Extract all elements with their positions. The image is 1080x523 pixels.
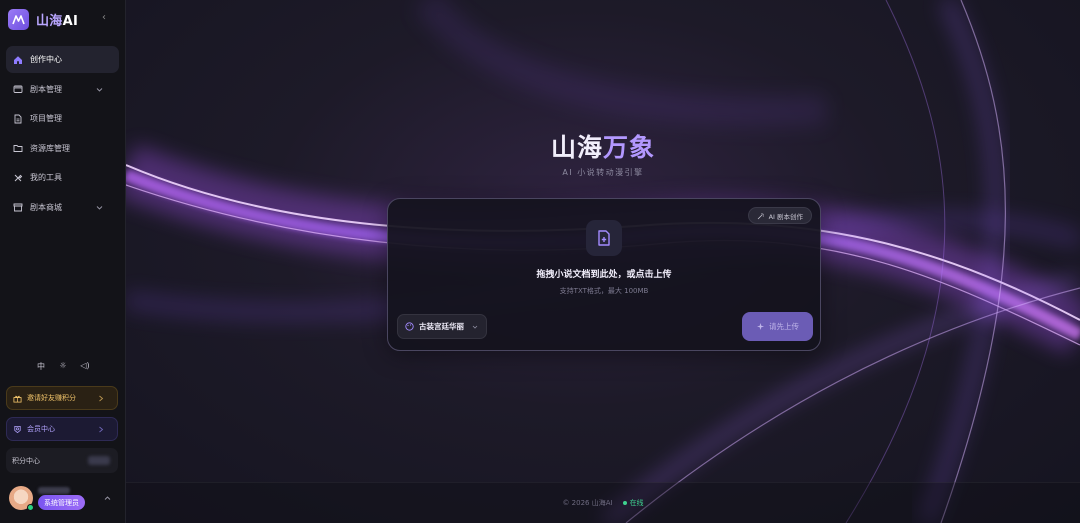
username-redacted — [38, 487, 70, 494]
sidebar-item-creation-center[interactable]: 创作中心 — [6, 46, 119, 73]
chevron-down-icon — [96, 205, 103, 210]
palette-icon — [405, 322, 414, 331]
sparkle-icon — [757, 323, 764, 330]
sidebar-item-label: 剧本商城 — [30, 202, 62, 212]
style-select-value: 古装宫廷华丽 — [419, 322, 464, 331]
brand-logo-icon — [8, 8, 29, 30]
gift-icon — [13, 395, 22, 403]
collapse-sidebar-button[interactable]: ‹ — [102, 12, 106, 23]
upload-button-label: 请先上传 — [769, 322, 799, 331]
brand-name: 山海AI — [36, 13, 79, 29]
sidebar: 山海AI ‹ 创作中心 剧本管理 项目管理 资源库管理 我的工具 剧本商城 中 … — [0, 0, 126, 523]
role-badge: 系统管理员 — [38, 495, 85, 510]
member-center-card[interactable]: 会员中心 — [6, 417, 118, 441]
document-icon — [14, 114, 22, 123]
sidebar-item-label: 创作中心 — [30, 55, 62, 64]
chevron-down-icon — [472, 325, 478, 329]
sidebar-item-label: 剧本管理 — [30, 84, 62, 94]
store-icon — [13, 203, 23, 212]
upload-button[interactable]: 请先上传 — [742, 312, 813, 341]
points-label: 积分中心 — [12, 456, 40, 465]
status-dot-icon — [622, 501, 627, 505]
member-label: 会员中心 — [27, 425, 55, 433]
dropzone-hint: 支持TXT格式，最大 100MB — [559, 287, 649, 295]
sidebar-item-label: 资源库管理 — [30, 143, 70, 153]
folder-icon — [13, 145, 23, 152]
chevron-up-icon — [104, 496, 111, 500]
sun-icon[interactable]: ☼ — [58, 361, 68, 372]
user-profile[interactable]: 系统管理员 — [9, 486, 121, 514]
ai-script-label: AI 剧本创作 — [768, 212, 803, 221]
ai-script-button[interactable]: AI 剧本创作 — [747, 207, 812, 224]
sidebar-item-label: 我的工具 — [30, 173, 62, 182]
points-value-redacted — [88, 456, 110, 465]
sidebar-item-label: 项目管理 — [30, 114, 62, 123]
sidebar-item-resource-library[interactable]: 资源库管理 — [6, 135, 119, 162]
chevron-right-icon — [99, 426, 104, 433]
dropzone-title: 拖拽小说文档到此处，或点击上传 — [536, 270, 672, 280]
sidebar-item-project-management[interactable]: 项目管理 — [6, 105, 119, 132]
avatar — [9, 486, 34, 511]
sidebar-nav: 创作中心 剧本管理 项目管理 资源库管理 我的工具 剧本商城 — [6, 46, 119, 223]
online-status: 在线 — [622, 498, 644, 508]
file-upload-icon — [586, 220, 622, 256]
sidebar-toolbar: 中 ☼ ◁) — [36, 361, 90, 372]
sidebar-item-script-store[interactable]: 剧本商城 — [6, 194, 119, 221]
magic-wand-icon — [757, 212, 764, 219]
chevron-right-icon — [99, 395, 104, 402]
brand[interactable]: 山海AI — [8, 8, 78, 30]
footer: © 2026 山海AI 在线 — [126, 482, 1080, 523]
points-center-card[interactable]: 积分中心 — [6, 448, 118, 473]
invite-label: 邀请好友赚积分 — [27, 394, 76, 402]
film-icon — [13, 85, 23, 93]
member-badge-icon — [14, 425, 21, 433]
invite-friends-card[interactable]: 邀请好友赚积分 — [6, 386, 118, 410]
speaker-icon[interactable]: ◁) — [80, 361, 90, 372]
main-content: 山海万象 AI 小说转动漫引擎 AI 剧本创作 古装宫廷华丽 请先上传 拖拽小说… — [126, 0, 1080, 523]
style-select[interactable]: 古装宫廷华丽 — [397, 314, 487, 339]
page-subtitle: AI 小说转动漫引擎 — [562, 168, 644, 177]
sidebar-item-script-management[interactable]: 剧本管理 — [6, 76, 119, 103]
language-toggle[interactable]: 中 — [36, 361, 46, 372]
sidebar-item-my-tools[interactable]: 我的工具 — [6, 164, 119, 191]
home-icon — [14, 55, 22, 64]
tools-icon — [14, 174, 23, 181]
copyright: © 2026 山海AI — [562, 499, 613, 507]
online-indicator — [27, 504, 34, 511]
page-title: 山海万象 — [550, 133, 656, 162]
chevron-down-icon — [96, 87, 103, 92]
